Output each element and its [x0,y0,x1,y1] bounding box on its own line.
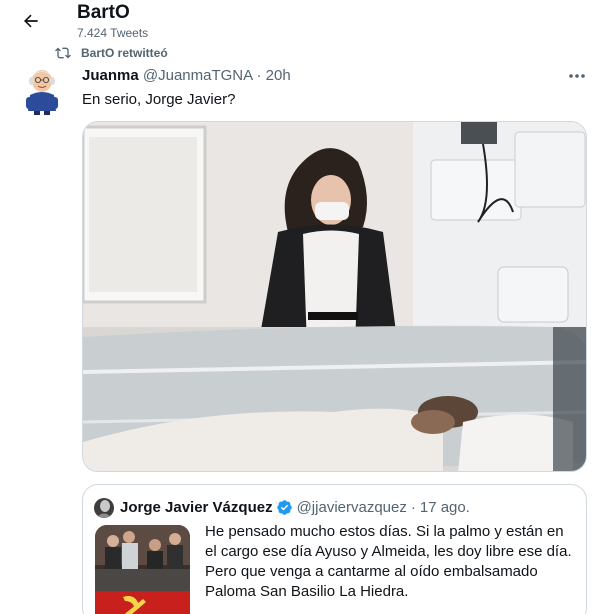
separator-dot: · [410,499,416,516]
quote-text: He pensado mucho estos días. Si la palmo… [205,522,575,602]
quote-header: Jorge Javier Vázquez @jjaviervazquez · 1… [120,499,470,516]
tweet-count: 7.424 Tweets [77,26,149,40]
quote-text-line: el cargo ese día Ayuso y Almeida, les do… [205,543,572,560]
arrow-left-icon [24,14,38,28]
author-handle[interactable]: @JuanmaTGNA [143,67,252,84]
quote-text-line: Pero que venga a cantarme al oído embals… [205,563,538,580]
author-name[interactable]: Juanma [82,67,139,84]
quote-author-name[interactable]: Jorge Javier Vázquez [120,499,273,516]
quote-time[interactable]: 17 ago. [420,499,470,516]
quote-text-line: Paloma San Basilio La Hiedra. [205,583,409,600]
tweet-text: En serio, Jorge Javier? [82,91,236,108]
retweet-indicator[interactable]: BartO retwitteó [54,45,168,61]
tweet-header: Juanma @JuanmaTGNA · 20h [82,67,291,84]
more-options-button[interactable] [566,66,588,86]
avatar-cartoon-icon [26,70,58,115]
quote-text-line: He pensado mucho estos días. Si la palmo… [205,523,564,540]
back-button[interactable] [16,6,46,36]
group-photo-icon [95,525,190,614]
profile-name: BartO [77,2,130,23]
quote-avatar[interactable] [94,498,114,518]
retweet-label: BartO retwitteó [81,46,168,60]
author-avatar[interactable] [22,67,62,115]
quote-author-handle[interactable]: @jjaviervazquez [297,499,407,516]
separator-dot: · [256,67,262,84]
hospital-capsule-photo [83,122,586,471]
avatar-photo-icon [94,498,114,518]
retweet-icon [55,47,71,59]
tweet-photo[interactable] [82,121,587,472]
tweet-time[interactable]: 20h [266,67,291,84]
more-horizontal-icon [569,74,585,78]
quote-photo-thumbnail[interactable] [95,525,190,614]
profile-header: BartO 7.424 Tweets [0,0,602,44]
quoted-tweet[interactable]: Jorge Javier Vázquez @jjaviervazquez · 1… [82,484,587,614]
verified-badge-icon [276,500,292,515]
